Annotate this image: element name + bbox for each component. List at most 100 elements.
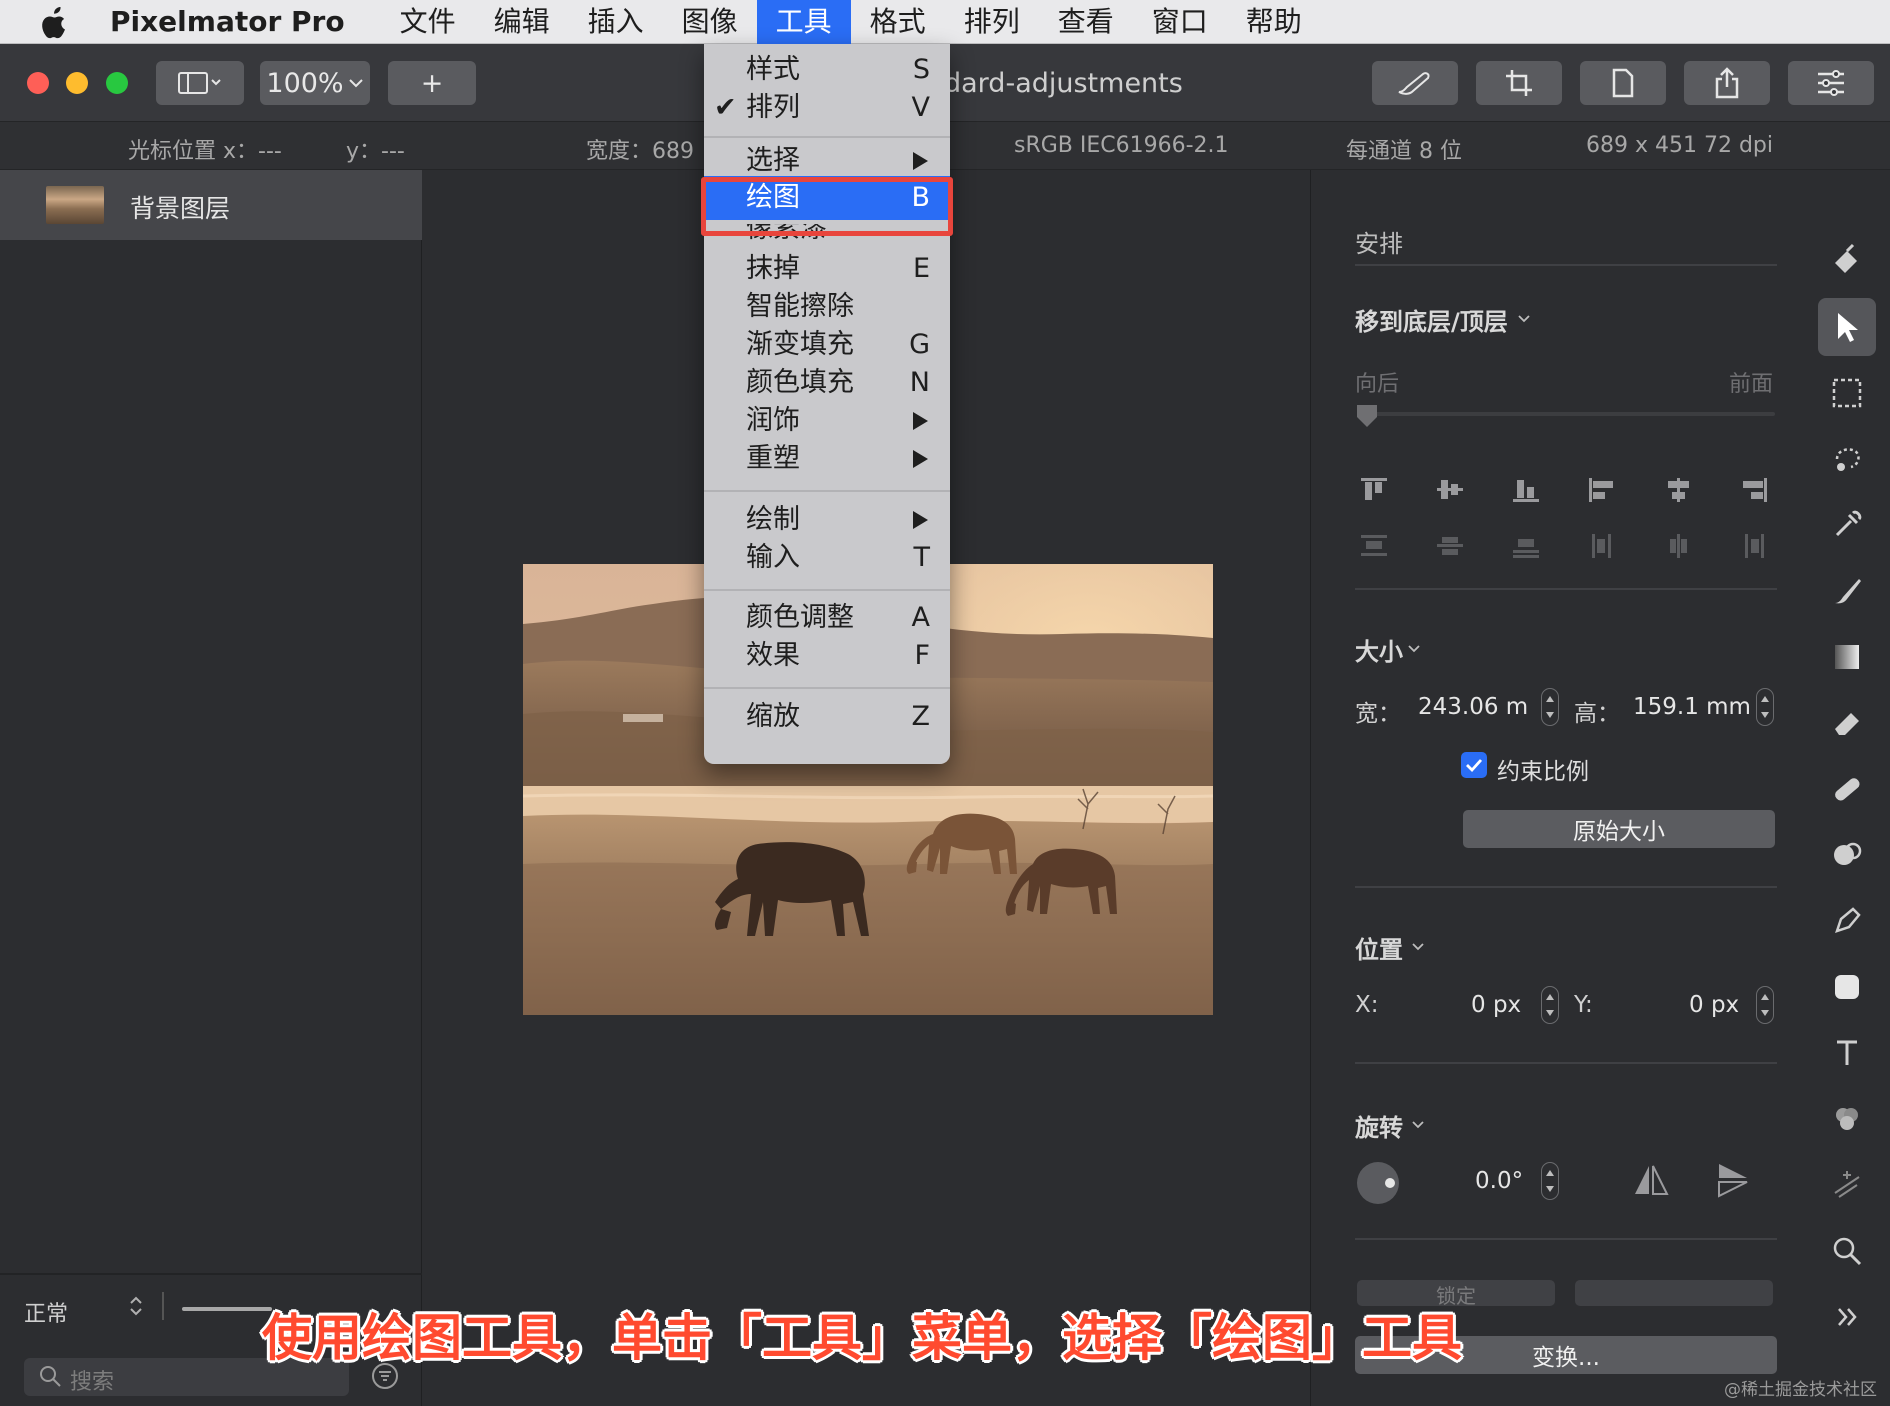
menu-item-smart-erase[interactable]: 智能擦除 [704, 288, 950, 326]
menu-window[interactable]: 窗口 [1133, 0, 1227, 44]
x-field[interactable]: 0 px [1471, 992, 1521, 1018]
menu-item-retouch[interactable]: 润饰 [704, 402, 950, 440]
menu-item-distort[interactable]: 重塑 [704, 440, 950, 478]
more-tools-button[interactable] [1818, 1288, 1876, 1346]
chevron-down-icon[interactable] [1517, 314, 1531, 324]
height-field[interactable]: 159.1 mm [1633, 694, 1751, 720]
zoom-dropdown[interactable]: 100% [260, 61, 370, 105]
menu-item-color-adjustments[interactable]: 颜色调整 A [704, 599, 950, 637]
align-right-icon[interactable] [1739, 476, 1769, 504]
share-button[interactable] [1684, 61, 1770, 105]
add-button[interactable]: + [388, 61, 476, 105]
tool-options-button[interactable] [1788, 61, 1874, 105]
menu-item-erase[interactable]: 抹掉 E [704, 250, 950, 288]
style-tool[interactable] [1818, 232, 1876, 290]
blend-mode-select[interactable]: 正常 [24, 1296, 68, 1328]
chevron-down-icon[interactable] [1411, 942, 1425, 952]
menu-arrange[interactable]: 排列 [945, 0, 1039, 44]
pen-nib-icon [1835, 907, 1861, 933]
distribute-left-icon[interactable] [1587, 532, 1617, 560]
paint-tool[interactable] [1818, 562, 1876, 620]
x-stepper[interactable] [1541, 986, 1559, 1024]
layer-row[interactable]: 背景图层 [0, 170, 422, 240]
menu-help[interactable]: 帮助 [1227, 0, 1321, 44]
chevron-down-icon[interactable] [1407, 644, 1421, 654]
y-label: Y: [1574, 992, 1593, 1018]
rotate-stepper[interactable] [1541, 1162, 1559, 1200]
menu-item-effects[interactable]: 效果 F [704, 637, 950, 675]
menu-view[interactable]: 查看 [1039, 0, 1133, 44]
menu-item-style[interactable]: 样式 S [704, 51, 950, 89]
clone-tool[interactable] [1818, 826, 1876, 884]
menu-insert[interactable]: 插入 [569, 0, 663, 44]
menu-item-type[interactable]: 输入 T [704, 539, 950, 577]
close-window-button[interactable] [27, 72, 49, 94]
shape-tool[interactable] [1818, 958, 1876, 1016]
menu-image[interactable]: 图像 [663, 0, 757, 44]
width-field[interactable]: 243.06 m [1418, 694, 1528, 720]
select-tool[interactable] [1818, 364, 1876, 422]
flip-vertical-icon[interactable] [1715, 1160, 1751, 1200]
align-middle-icon[interactable] [1435, 476, 1465, 504]
chevron-down-icon[interactable] [1411, 1120, 1425, 1130]
menu-item-zoom[interactable]: 缩放 Z [704, 698, 950, 736]
original-size-button[interactable]: 原始大小 [1463, 810, 1775, 848]
rotation-dial[interactable] [1355, 1160, 1401, 1206]
format-button[interactable] [1580, 61, 1666, 105]
width-stepper[interactable] [1541, 688, 1559, 726]
slider-handle[interactable] [1355, 403, 1379, 429]
menu-item-color-fill[interactable]: 颜色填充 N [704, 364, 950, 402]
unlock-button[interactable] [1575, 1280, 1773, 1306]
y-field[interactable]: 0 px [1689, 992, 1739, 1018]
pen-tool[interactable] [1818, 892, 1876, 950]
align-center-icon[interactable] [1663, 476, 1693, 504]
menu-format[interactable]: 格式 [851, 0, 945, 44]
submenu-arrow-icon [913, 152, 928, 170]
align-bottom-icon[interactable] [1511, 476, 1541, 504]
y-stepper[interactable] [1756, 986, 1774, 1024]
menu-item-arrange[interactable]: ✔ 排列 V [704, 89, 950, 127]
distribute-center-icon[interactable] [1663, 532, 1693, 560]
align-top-icon[interactable] [1359, 476, 1389, 504]
menu-edit[interactable]: 编辑 [475, 0, 569, 44]
rotate-section-title[interactable]: 旋转 [1355, 1108, 1403, 1143]
color-picker-tool[interactable] [1818, 496, 1876, 554]
color-adjust-tool[interactable] [1818, 1090, 1876, 1148]
rotate-field[interactable]: 0.0° [1475, 1168, 1523, 1194]
sidebar-toggle-button[interactable] [156, 61, 244, 105]
position-section-title[interactable]: 位置 [1355, 930, 1403, 965]
gradient-tool[interactable] [1818, 628, 1876, 686]
crop-button[interactable] [1476, 61, 1562, 105]
erase-tool[interactable] [1818, 694, 1876, 752]
arrange-slider[interactable] [1369, 412, 1775, 416]
app-name-menu[interactable]: Pixelmator Pro [110, 5, 345, 38]
lasso-tool[interactable] [1818, 430, 1876, 488]
double-chevron-right-icon [1838, 1308, 1857, 1326]
align-left-icon[interactable] [1587, 476, 1617, 504]
height-stepper[interactable] [1756, 688, 1774, 726]
type-tool[interactable] [1818, 1024, 1876, 1082]
paint-tool-button[interactable] [1372, 61, 1458, 105]
flip-horizontal-icon[interactable] [1631, 1162, 1671, 1198]
minimize-window-button[interactable] [66, 72, 88, 94]
menu-item-gradient-fill[interactable]: 渐变填充 G [704, 326, 950, 364]
distribute-top-icon[interactable] [1359, 532, 1389, 560]
menu-item-select[interactable]: 选择 [704, 142, 950, 172]
updown-arrows-icon[interactable] [128, 1294, 144, 1324]
menu-file[interactable]: 文件 [381, 0, 475, 44]
size-section-title[interactable]: 大小 [1355, 632, 1403, 667]
repair-tool[interactable] [1818, 760, 1876, 818]
distribute-middle-icon[interactable] [1435, 532, 1465, 560]
move-section-title[interactable]: 移到底层/顶层 [1355, 302, 1508, 337]
arrange-tool[interactable] [1818, 298, 1876, 356]
zoom-tool[interactable] [1818, 1222, 1876, 1280]
apple-menu-icon[interactable] [0, 5, 110, 39]
constrain-checkbox[interactable] [1461, 752, 1487, 778]
effects-tool[interactable] [1818, 1156, 1876, 1214]
zoom-window-button[interactable] [106, 72, 128, 94]
distribute-bottom-icon[interactable] [1511, 532, 1541, 560]
menu-tools[interactable]: 工具 [756, 0, 851, 44]
menu-item-draw[interactable]: 绘制 [704, 501, 950, 539]
opacity-slider[interactable] [182, 1307, 272, 1311]
distribute-right-icon[interactable] [1739, 532, 1769, 560]
